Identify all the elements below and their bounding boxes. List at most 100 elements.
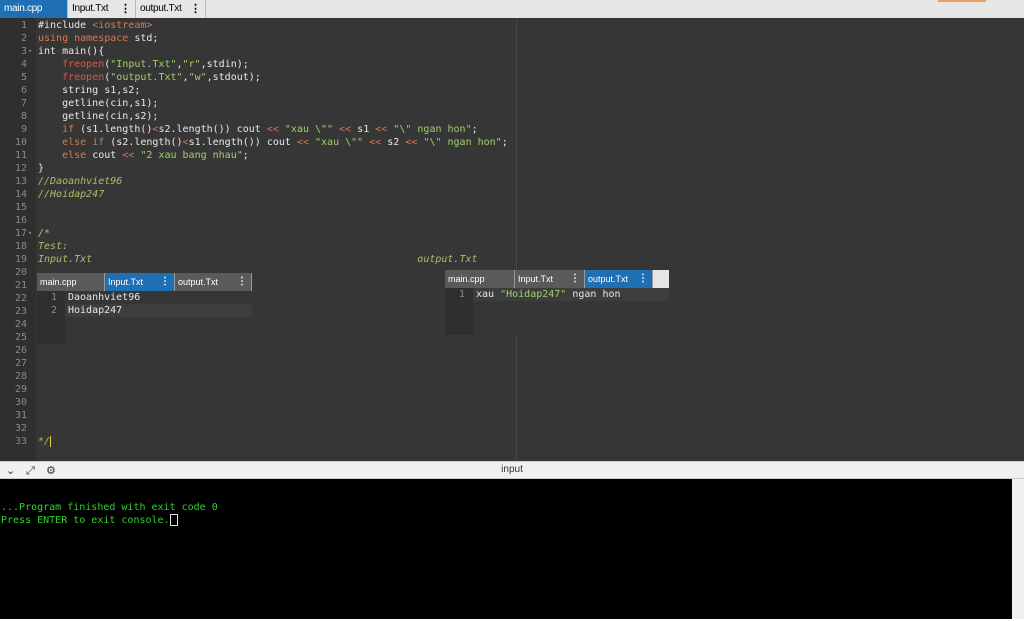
line-number: 11 xyxy=(14,150,27,161)
line-number: 5 xyxy=(20,72,27,83)
input-line-1: Daoanhviet96 xyxy=(68,292,141,303)
code-line[interactable]: /* xyxy=(38,227,50,240)
code-line[interactable]: */ xyxy=(38,435,52,448)
line-number: 9 xyxy=(20,124,27,135)
output-suffix: ngan hon xyxy=(566,289,621,300)
tab-label: main.cpp xyxy=(40,277,77,287)
tab-menu-icon[interactable]: ⋮ xyxy=(237,273,247,291)
line-number: 29 xyxy=(14,384,27,395)
code-line[interactable]: #include <iostream> xyxy=(38,19,152,32)
preview-tab-output-txt[interactable]: output.Txt ⋮ xyxy=(585,270,653,288)
console-output[interactable]: ...Program finished with exit code 0 Pre… xyxy=(0,479,1012,619)
line-number: 7 xyxy=(20,98,27,109)
line-number: 6 xyxy=(20,85,27,96)
line-number: 1 xyxy=(20,20,27,31)
tab-label: Input.Txt xyxy=(72,3,109,14)
line-number: 2 xyxy=(20,33,27,44)
line-number: 1 xyxy=(458,289,465,300)
line-number: 12 xyxy=(14,163,27,174)
console-title: input xyxy=(501,464,523,475)
output-prefix: xau xyxy=(476,289,501,300)
file-tab-bar: main.cpp Input.Txt ⋮ output.Txt ⋮ xyxy=(0,0,1024,19)
preview-tab-input-txt[interactable]: Input.Txt ⋮ xyxy=(515,270,585,288)
code-line[interactable]: string s1,s2; xyxy=(38,84,140,97)
line-number: 23 xyxy=(14,306,27,317)
line-number: 13 xyxy=(14,176,27,187)
preview-body: 1 Daoanhviet96 2 Hoidap247 xyxy=(37,291,252,344)
line-number: 32 xyxy=(14,423,27,434)
preview-tab-bar: main.cpp Input.Txt ⋮ output.Txt ⋮ xyxy=(445,270,669,288)
tab-label: output.Txt xyxy=(140,3,182,14)
code-line[interactable]: freopen("Input.Txt","r",stdin); xyxy=(38,58,249,71)
code-editor[interactable]: #include <iostream> using namespace std; i… xyxy=(0,18,1024,461)
accent-strip xyxy=(938,0,986,2)
line-number: 27 xyxy=(14,358,27,369)
output-file-preview: main.cpp Input.Txt ⋮ output.Txt ⋮ 1 xau … xyxy=(445,270,669,335)
console-prompt-text: Press ENTER to exit console. xyxy=(1,515,170,526)
console-cursor xyxy=(169,514,178,526)
output-line-1: xau "Hoidap247" ngan hon xyxy=(476,288,621,301)
line-number: 16 xyxy=(14,215,27,226)
line-number: 3 xyxy=(20,46,27,57)
line-number: 33 xyxy=(14,436,27,447)
line-number: 8 xyxy=(20,111,27,122)
tab-menu-icon[interactable]: ⋮ xyxy=(160,273,170,291)
line-number: 25 xyxy=(14,332,27,343)
code-line[interactable]: //Daoanhviet96 xyxy=(38,175,122,188)
preview-tab-output-txt[interactable]: output.Txt ⋮ xyxy=(175,273,252,291)
line-number: 1 xyxy=(50,292,57,303)
preview-tab-input-txt[interactable]: Input.Txt ⋮ xyxy=(105,273,175,291)
code-line[interactable]: getline(cin,s1); xyxy=(38,97,158,110)
preview-tab-main-cpp[interactable]: main.cpp xyxy=(445,270,515,288)
line-number: 28 xyxy=(14,371,27,382)
line-number: 14 xyxy=(14,189,27,200)
tab-menu-icon[interactable]: ⋮ xyxy=(190,0,201,18)
console-header: ⌄ ⤢ ⚙ input xyxy=(0,461,1024,479)
code-line[interactable]: //Hoidap247 xyxy=(38,188,104,201)
tab-label: main.cpp xyxy=(4,3,43,14)
line-number: 10 xyxy=(14,137,27,148)
code-line[interactable]: Input.Txt output.Txt xyxy=(38,253,478,266)
preview-body: 1 xau "Hoidap247" ngan hon xyxy=(445,288,669,335)
code-line[interactable]: Test: xyxy=(38,240,68,253)
line-number: 20 xyxy=(14,267,27,278)
console-line-exit-code: ...Program finished with exit code 0 xyxy=(1,502,218,513)
line-number: 18 xyxy=(14,241,27,252)
preview-tab-main-cpp[interactable]: main.cpp xyxy=(37,273,105,291)
fold-toggle-icon[interactable]: ▾ xyxy=(28,227,32,240)
tab-output-txt[interactable]: output.Txt ⋮ xyxy=(136,0,206,18)
line-number: 24 xyxy=(14,319,27,330)
code-line[interactable]: if (s1.length()<s2.length()) cout << "xa… xyxy=(38,123,478,136)
code-line[interactable]: } xyxy=(38,162,44,175)
tab-label: main.cpp xyxy=(448,274,485,284)
tab-main-cpp[interactable]: main.cpp xyxy=(0,0,68,18)
tab-menu-icon[interactable]: ⋮ xyxy=(120,0,131,18)
code-line[interactable]: else cout << "2 xau bang nhau"; xyxy=(38,149,249,162)
line-number: 22 xyxy=(14,293,27,304)
tab-label: Input.Txt xyxy=(518,274,554,284)
code-line[interactable]: else if (s2.length()<s1.length()) cout <… xyxy=(38,136,508,149)
line-number: 17 xyxy=(14,228,27,239)
tab-label: output.Txt xyxy=(178,277,219,287)
tab-input-txt[interactable]: Input.Txt ⋮ xyxy=(68,0,136,18)
line-number: 21 xyxy=(14,280,27,291)
tab-menu-icon[interactable]: ⋮ xyxy=(638,270,648,288)
fold-toggle-icon[interactable]: ▾ xyxy=(28,45,32,58)
line-number: 26 xyxy=(14,345,27,356)
line-number: 30 xyxy=(14,397,27,408)
code-line[interactable]: getline(cin,s2); xyxy=(38,110,158,123)
code-line[interactable]: using namespace std; xyxy=(38,32,158,45)
tab-label: Input.Txt xyxy=(108,277,144,287)
input-line-2: Hoidap247 xyxy=(68,305,123,316)
tab-label: output.Txt xyxy=(588,274,629,284)
line-number: 15 xyxy=(14,202,27,213)
line-number: 31 xyxy=(14,410,27,421)
code-line[interactable]: int main(){ xyxy=(38,45,104,58)
output-quoted: "Hoidap247" xyxy=(500,289,567,300)
line-number: 19 xyxy=(14,254,27,265)
input-file-preview: main.cpp Input.Txt ⋮ output.Txt ⋮ 1 Daoa… xyxy=(37,273,252,344)
code-line[interactable]: freopen("output.Txt","w",stdout); xyxy=(38,71,261,84)
console-line-press-enter: Press ENTER to exit console. xyxy=(1,514,178,527)
tab-menu-icon[interactable]: ⋮ xyxy=(570,270,580,288)
console-scrollbar[interactable] xyxy=(1012,479,1024,619)
